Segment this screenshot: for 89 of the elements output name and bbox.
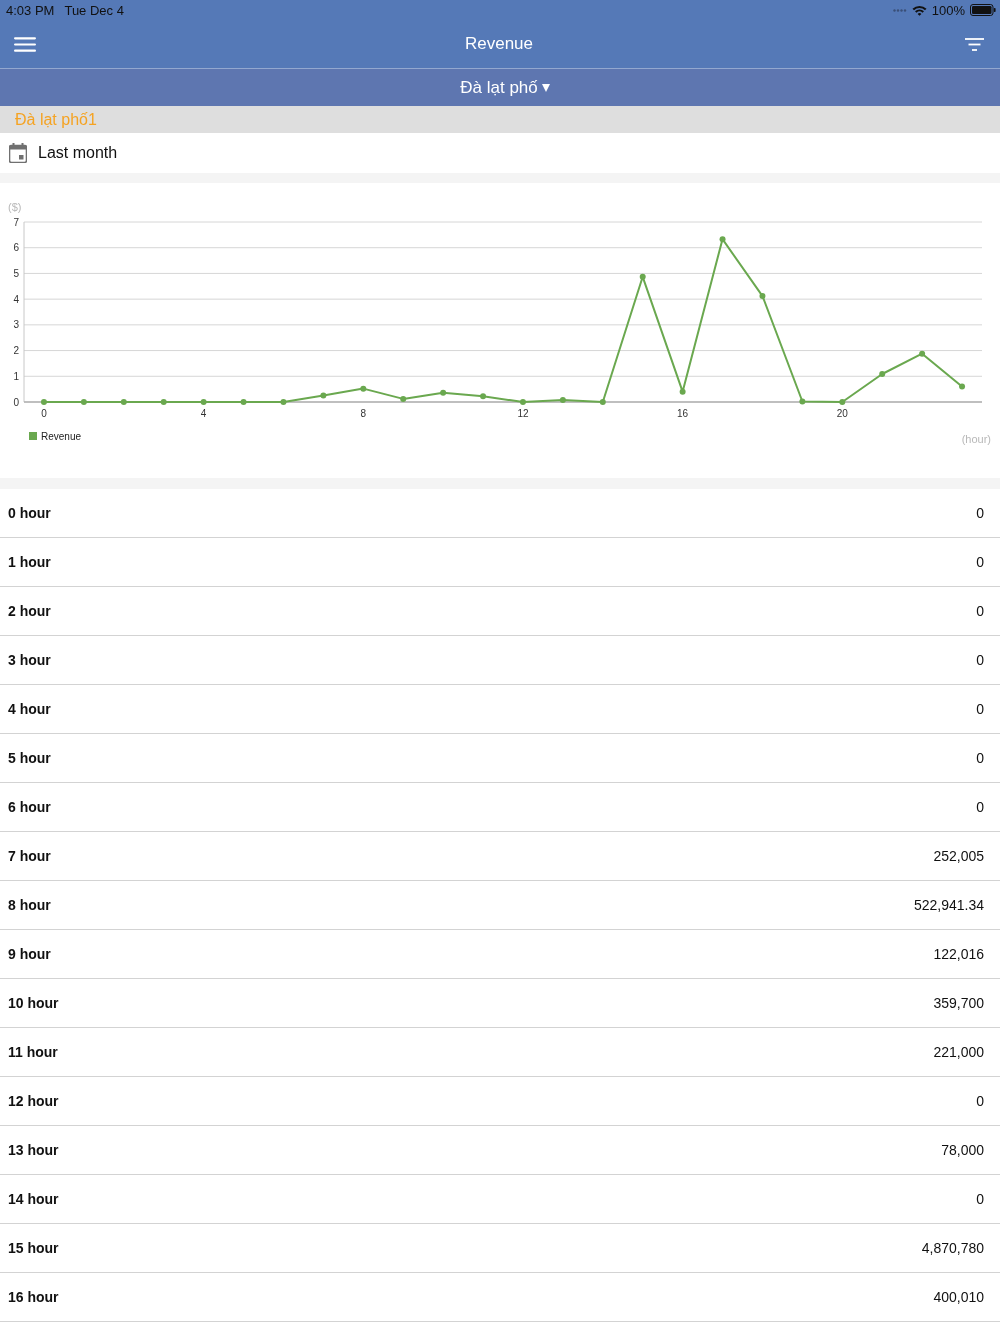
data-point <box>759 293 766 300</box>
x-tick-label: 12 <box>517 407 529 419</box>
caret-icon <box>541 83 550 92</box>
branch-name: Đà lạt phố1 <box>15 110 97 129</box>
hour-label: 5 hour <box>8 750 51 766</box>
revenue-value: 0 <box>976 799 984 815</box>
data-point <box>799 398 806 405</box>
calendar-icon <box>9 143 27 163</box>
x-tick-label: 8 <box>360 407 367 419</box>
data-point <box>400 395 407 402</box>
hour-label: 16 hour <box>8 1289 59 1305</box>
x-tick-label: 20 <box>836 407 848 419</box>
status-time: 4:03 PM <box>6 2 55 18</box>
y-tick-label: 0 <box>13 396 19 408</box>
data-point <box>599 399 606 405</box>
hour-label: 1 hour <box>8 554 51 570</box>
revenue-value: 0 <box>976 701 984 717</box>
battery-icon <box>970 4 996 16</box>
revenue-value: 221,000 <box>933 1044 984 1060</box>
data-point <box>839 399 846 405</box>
revenue-value: 0 <box>976 603 984 619</box>
data-point <box>360 385 367 392</box>
data-point <box>480 393 487 400</box>
hour-label: 10 hour <box>8 995 59 1011</box>
data-point <box>280 399 287 405</box>
hour-label: 12 hour <box>8 1093 59 1109</box>
revenue-value: 252,005 <box>933 848 984 864</box>
hour-label: 8 hour <box>8 897 51 913</box>
y-tick-label: 2 <box>13 345 19 357</box>
hour-label: 7 hour <box>8 848 51 864</box>
data-point <box>440 389 447 396</box>
hour-label: 4 hour <box>8 701 51 717</box>
revenue-value: 0 <box>976 750 984 766</box>
revenue-value: 0 <box>976 554 984 570</box>
hour-label: 2 hour <box>8 603 51 619</box>
x-tick-label: 4 <box>200 407 207 419</box>
hour-label: 13 hour <box>8 1142 59 1158</box>
revenue-value: 122,016 <box>933 946 984 962</box>
revenue-value: 0 <box>976 1093 984 1109</box>
x-tick-label: 16 <box>677 407 689 419</box>
data-point <box>160 399 167 405</box>
y-axis-title: ($) <box>8 200 22 213</box>
hour-label: 15 hour <box>8 1240 59 1256</box>
data-point <box>80 399 87 405</box>
revenue-value: 359,700 <box>933 995 984 1011</box>
data-point <box>240 399 247 405</box>
revenue-value: 522,941.34 <box>913 897 984 913</box>
legend-label: Revenue <box>41 430 82 442</box>
data-point <box>919 350 926 357</box>
data-point <box>879 370 886 377</box>
revenue-value: 400,010 <box>933 1289 984 1305</box>
signal-dots-icon <box>892 8 907 12</box>
menu-icon[interactable] <box>14 36 36 52</box>
hour-label: 14 hour <box>8 1191 59 1207</box>
y-tick-label: 1 <box>13 370 19 382</box>
hour-label: 11 hour <box>8 1044 58 1060</box>
revenue-value: 0 <box>976 652 984 668</box>
data-point <box>519 399 526 405</box>
x-tick-label: 0 <box>41 407 47 419</box>
x-axis-title: (hour) <box>961 433 991 445</box>
y-tick-label: 7 <box>13 216 19 228</box>
store-selector[interactable]: Đà lạt phố <box>450 77 550 98</box>
wifi-icon <box>911 4 927 16</box>
filter-icon[interactable] <box>965 37 984 51</box>
revenue-value: 0 <box>976 1191 984 1207</box>
hour-label: 0 hour <box>8 505 51 521</box>
data-point <box>959 383 966 390</box>
data-point <box>120 399 127 405</box>
status-date: Tue Dec 4 <box>64 2 124 18</box>
date-range-label[interactable]: Last month <box>38 144 118 162</box>
data-point <box>719 236 726 243</box>
revenue-value: 4,870,780 <box>921 1240 984 1256</box>
data-point <box>320 392 327 399</box>
revenue-value: 0 <box>976 505 984 521</box>
data-point <box>639 273 646 280</box>
hour-label: 3 hour <box>8 652 51 668</box>
hour-label: 9 hour <box>8 946 51 962</box>
y-tick-label: 4 <box>13 293 19 305</box>
data-point <box>559 396 566 403</box>
data-point <box>40 399 47 405</box>
y-tick-label: 5 <box>13 267 19 279</box>
y-tick-label: 6 <box>13 242 19 254</box>
battery-percent: 100% <box>931 2 965 18</box>
data-point <box>679 388 686 395</box>
y-tick-label: 3 <box>13 319 19 331</box>
data-point <box>200 399 207 405</box>
revenue-value: 78,000 <box>941 1142 984 1158</box>
page-title: Revenue <box>464 34 534 54</box>
hour-label: 6 hour <box>8 799 51 815</box>
